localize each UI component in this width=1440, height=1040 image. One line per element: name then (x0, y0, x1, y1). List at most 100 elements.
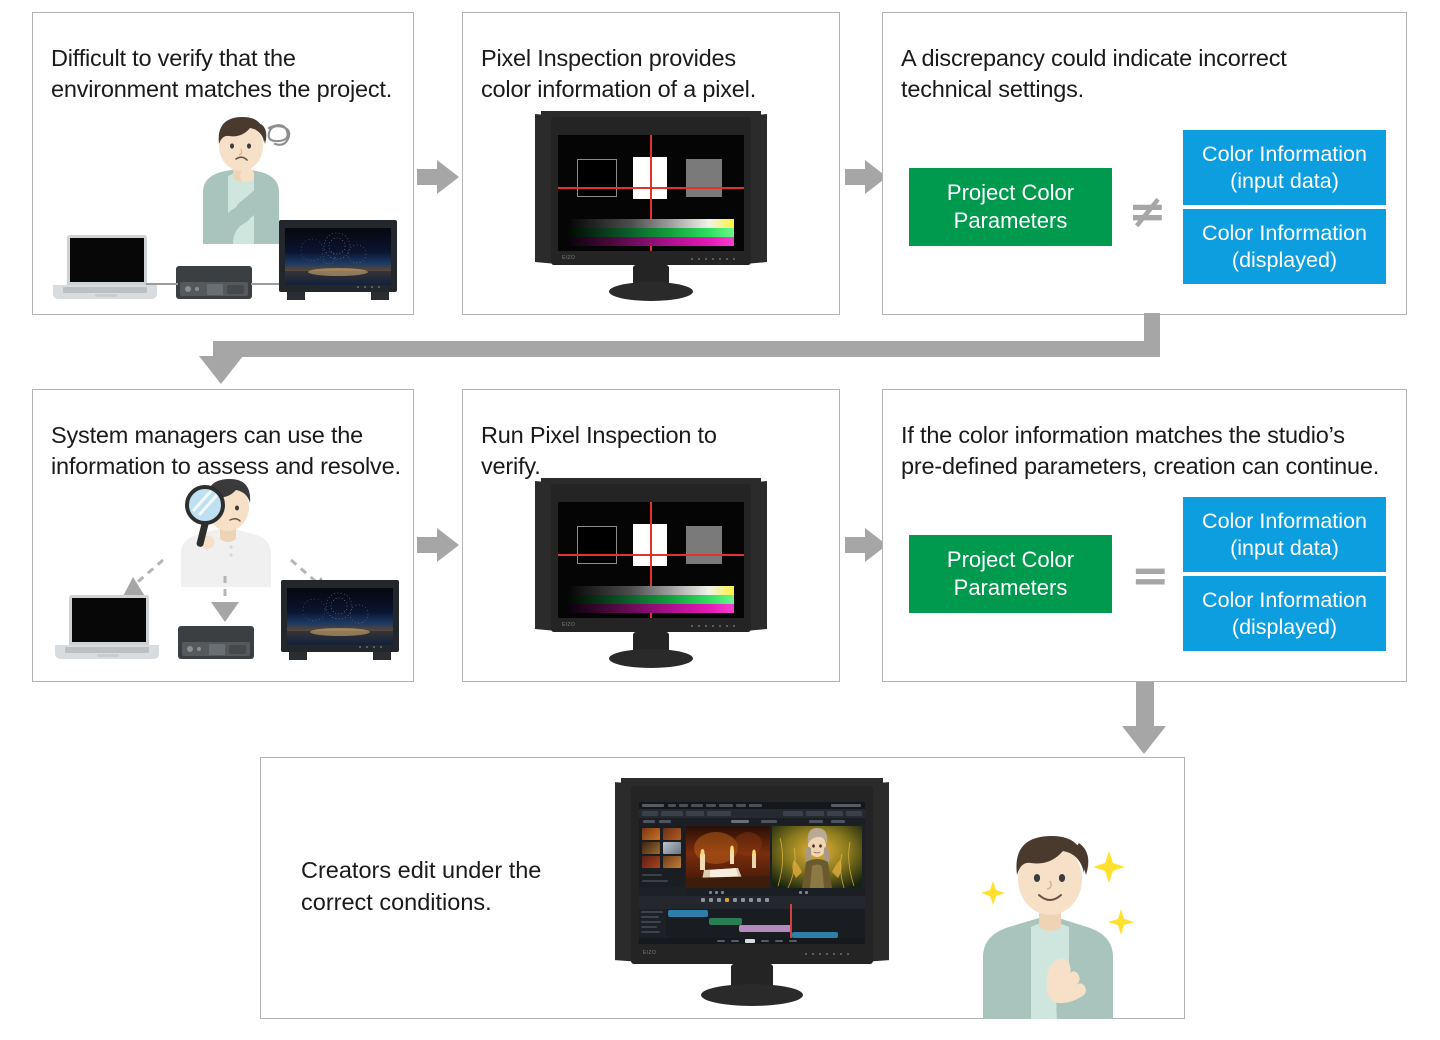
nle-transport-button (805, 891, 808, 894)
project-color-parameters-box: Project Color Parameters (909, 535, 1112, 613)
equals-sign-icon: = (1131, 548, 1170, 602)
nle-tab (731, 820, 749, 823)
arrow-shaft (845, 169, 867, 185)
nle-tab (643, 820, 655, 823)
reference-monitor-illustration (281, 580, 399, 662)
reference-monitor-stand (371, 292, 389, 300)
nle-track-header-row (641, 931, 660, 933)
color-gradient-bar (568, 586, 734, 613)
nle-page-nav-item (789, 940, 797, 942)
nle-media-thumbnail (663, 828, 681, 840)
color-information-input-box: Color Information (input data) (1183, 497, 1386, 572)
laptop-trackpad (97, 654, 119, 657)
reference-monitor-buttons (359, 646, 382, 648)
nle-track-header-row (641, 916, 659, 918)
timeline-clip-artwork (772, 826, 862, 888)
nle-page-nav-item-active (745, 939, 755, 943)
nle-page-nav-item (717, 940, 725, 942)
reference-monitor-screen (287, 588, 393, 645)
video-editing-screen (639, 802, 865, 944)
nle-edit-tool-icon (733, 898, 737, 902)
sparkle-icon (1108, 909, 1134, 935)
nle-transport-button (799, 891, 802, 894)
laptop-screen (72, 598, 146, 642)
video-deck-illustration (176, 266, 252, 299)
nle-timeline-clip-purple (739, 925, 791, 932)
eizo-monitor-pixel-inspection: EIZO (531, 111, 771, 301)
color-information-input-box: Color Information (input data) (1183, 130, 1386, 205)
deck-knob (195, 287, 199, 291)
gradient-band-magenta (568, 604, 734, 613)
nle-media-thumbnail (642, 842, 660, 854)
monitor-base (701, 984, 803, 1006)
monitor-screen (558, 135, 744, 251)
nle-menu-item (668, 804, 676, 807)
panel-problem: Difficult to verify that the environment… (32, 12, 414, 315)
nle-timeline-ruler (639, 904, 865, 909)
reference-monitor-stand (289, 652, 307, 660)
nle-edit-tool-icon (701, 898, 705, 902)
manager-svg (181, 478, 271, 587)
cable-deck-to-monitor (251, 283, 281, 285)
eizo-logo: EIZO (643, 950, 657, 956)
sparkle-icon (1093, 851, 1125, 883)
nle-tool-button (806, 811, 824, 816)
nle-menu-item (749, 804, 762, 807)
arrow-panel6-to-result (1122, 682, 1168, 754)
reference-monitor-illustration (279, 220, 397, 302)
panel-pixel-inspection: Pixel Inspection provides color informat… (462, 12, 840, 315)
arrow-horizontal-segment (213, 341, 1160, 357)
arrow-panel5-to-panel6 (845, 528, 887, 562)
happy-creator-illustration (961, 823, 1141, 1019)
fireworks-artwork (287, 592, 393, 645)
monitor-control-buttons (691, 258, 735, 260)
panel-discrepancy-caption: A discrepancy could indicate incorrect t… (901, 45, 1287, 103)
not-equal-sign-icon: ≠ (1128, 184, 1167, 238)
panel-run-inspection: Run Pixel Inspection to verify. EIZO (462, 389, 840, 682)
nle-tab (761, 820, 777, 823)
arrow-head-icon (437, 528, 459, 562)
deck-button-grid (207, 284, 223, 295)
monitor-base (609, 282, 693, 301)
panel-system-managers-caption: System managers can use the information … (51, 422, 401, 480)
cable-laptop-to-deck (146, 283, 178, 285)
nle-edit-tool-icon (757, 898, 761, 902)
nle-timeline-viewer (772, 826, 862, 888)
deck-display (227, 285, 244, 294)
color-information-displayed-box: Color Information (displayed) (1183, 576, 1386, 651)
nle-page-nav-item (761, 940, 769, 942)
monitor-control-buttons (691, 625, 735, 627)
black-outlined-square (577, 159, 617, 197)
arrow-shaft (1136, 682, 1154, 728)
eizo-logo: EIZO (562, 622, 576, 628)
arrow-head-icon (199, 356, 243, 384)
panel-match: If the color information matches the stu… (882, 389, 1407, 682)
nle-transport-button (715, 891, 718, 894)
nle-transport-button (709, 891, 712, 894)
fireworks-artwork (285, 232, 391, 285)
deck-knob (185, 286, 191, 292)
nle-track-header-row (641, 911, 663, 913)
nle-tab (659, 820, 671, 823)
color-gradient-bar (568, 219, 734, 246)
nle-timeline-clip-green (709, 918, 742, 925)
arrow-shaft (417, 169, 439, 185)
arrow-panel1-to-panel2 (417, 160, 459, 194)
nle-track-header-row (641, 921, 661, 923)
system-manager-illustration (173, 475, 283, 587)
nle-tab (831, 820, 845, 823)
black-outlined-square (577, 526, 617, 564)
nle-track-header-row (641, 926, 657, 928)
panel-system-managers: System managers can use the information … (32, 389, 414, 682)
video-deck-illustration (178, 626, 254, 659)
panel-pixel-inspection-caption: Pixel Inspection provides color informat… (481, 45, 757, 103)
arrow-panel3-to-panel4 (190, 313, 1190, 393)
deck-display (229, 645, 246, 654)
dashed-arrow-left (132, 558, 164, 588)
gradient-band-gray-yellow (568, 219, 734, 228)
project-color-parameters-box: Project Color Parameters (909, 168, 1112, 246)
nle-tab (809, 820, 823, 823)
panel-discrepancy: A discrepancy could indicate incorrect t… (882, 12, 1407, 315)
laptop-trackpad (95, 294, 117, 297)
nle-tool-button (827, 811, 843, 816)
